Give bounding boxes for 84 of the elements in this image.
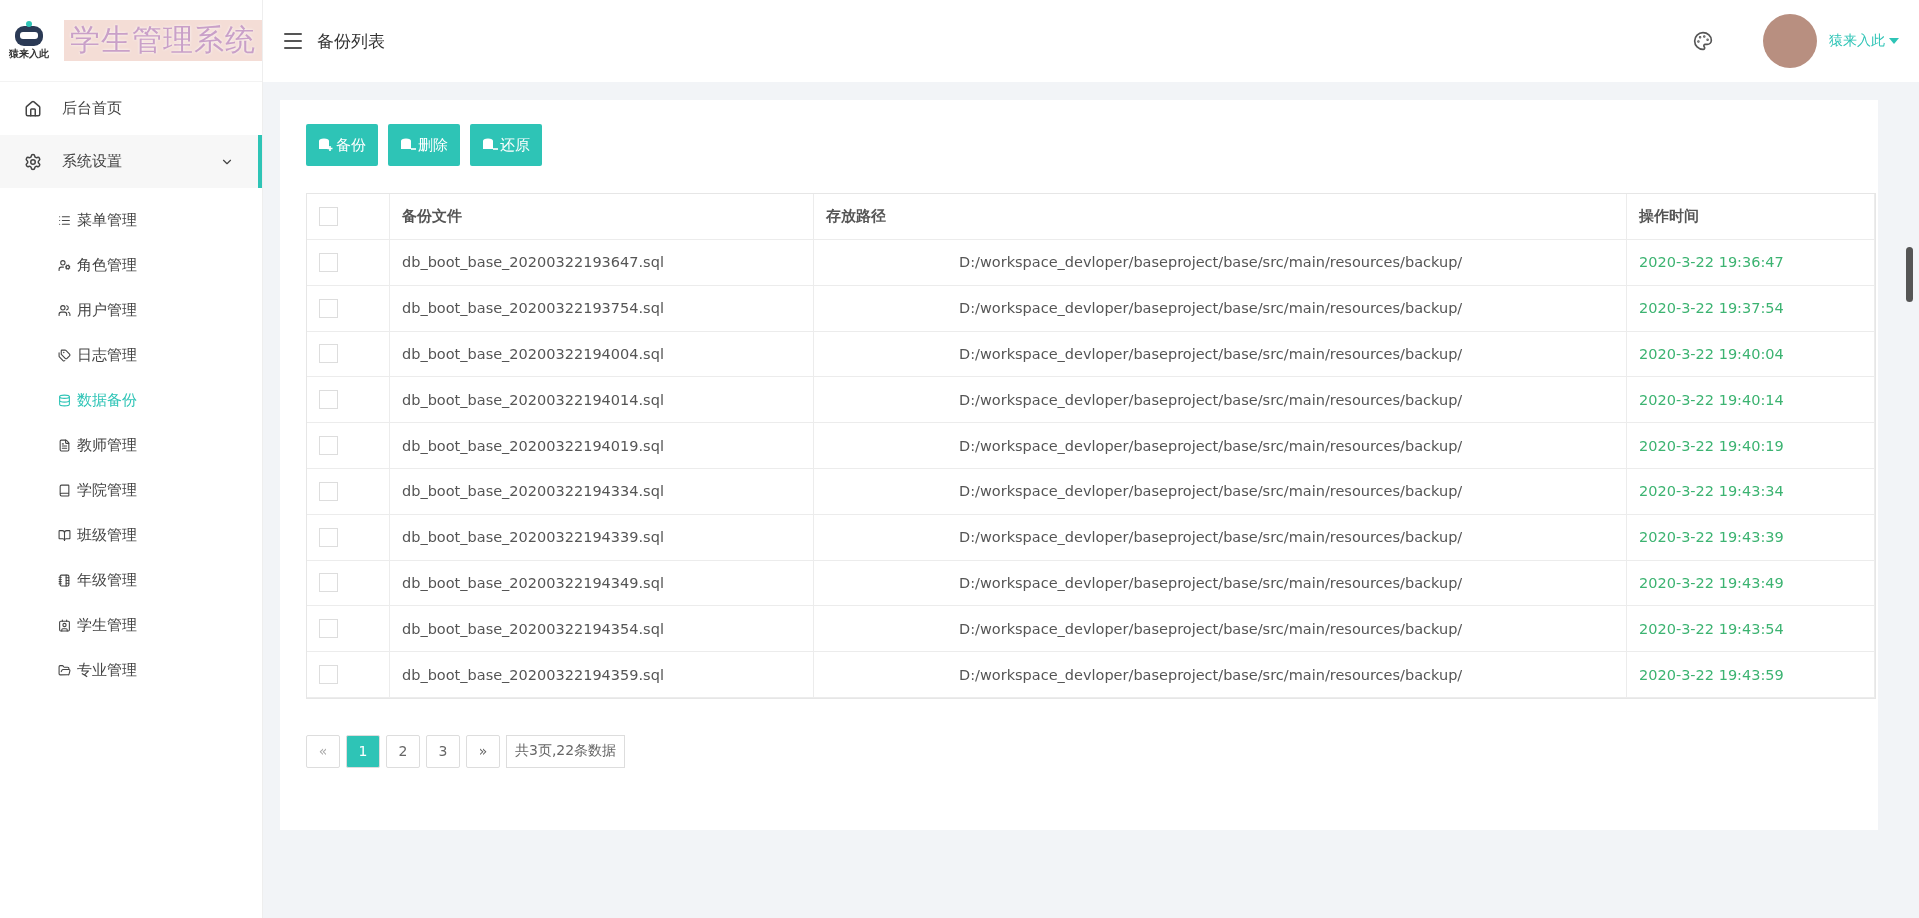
checkbox[interactable]	[319, 390, 338, 410]
table-cell: db_boot_base_20200322194019.sql	[390, 423, 814, 469]
pagination-summary: 共3页,22条数据	[506, 734, 626, 768]
notebook-icon	[58, 574, 71, 587]
table-cell: db_boot_base_20200322194014.sql	[390, 377, 814, 424]
checkbox[interactable]	[319, 573, 338, 593]
caret-icon	[1889, 38, 1899, 44]
table-cell: 2020-3-22 19:43:54	[1627, 606, 1875, 653]
table-cell: db_boot_base_20200322194004.sql	[390, 331, 814, 378]
sidebar-subitem[interactable]: 用户管理	[0, 288, 262, 333]
column-header: 操作时间	[1627, 194, 1875, 240]
next-page-button[interactable]: »	[466, 734, 500, 768]
sidebar-subitem[interactable]: 学院管理	[0, 468, 262, 513]
sidebar-item[interactable]: 后台首页	[0, 82, 262, 135]
sidebar-item[interactable]: 系统设置	[0, 135, 262, 188]
sidebar-subitem[interactable]: 角色管理	[0, 243, 262, 288]
table-cell: D:/workspace_devloper/baseproject/base/src/main/resources/backup/	[814, 240, 1627, 286]
scrollbar-thumb[interactable]	[1906, 247, 1913, 302]
users-icon	[58, 304, 71, 317]
table-cell: db_boot_base_20200322193647.sql	[390, 240, 814, 286]
table-cell: db_boot_base_20200322194349.sql	[390, 560, 814, 607]
page-button[interactable]: 2	[386, 734, 420, 768]
table-cell: D:/workspace_devloper/baseproject/base/src/main/resources/backup/	[814, 606, 1627, 653]
table-cell: db_boot_base_20200322194339.sql	[390, 514, 814, 561]
checkbox[interactable]	[319, 665, 338, 685]
table-cell: D:/workspace_devloper/baseproject/base/src/main/resources/backup/	[814, 560, 1627, 607]
sidebar-subitem[interactable]: 年级管理	[0, 558, 262, 603]
checkbox[interactable]	[319, 298, 338, 318]
table-cell: D:/workspace_devloper/baseproject/base/src/main/resources/backup/	[814, 514, 1627, 561]
table-cell: 2020-3-22 19:37:54	[1627, 285, 1875, 332]
database-icon	[58, 394, 71, 407]
settings-icon	[24, 152, 42, 171]
checkbox[interactable]	[319, 436, 338, 456]
column-header: 存放路径	[814, 194, 1627, 240]
column-header: 备份文件	[390, 194, 814, 240]
sidebar-subitem[interactable]: 学生管理	[0, 603, 262, 648]
contact-icon	[58, 619, 71, 632]
table-cell: D:/workspace_devloper/baseproject/base/src/main/resources/backup/	[814, 285, 1627, 332]
table-cell: db_boot_base_20200322194334.sql	[390, 469, 814, 515]
table-cell: 2020-3-22 19:40:19	[1627, 423, 1875, 469]
table-cell: 2020-3-22 19:40:04	[1627, 331, 1875, 378]
palette-icon[interactable]	[1693, 31, 1713, 51]
logo-caption: 猿来入此	[9, 46, 49, 61]
tags-icon	[58, 349, 71, 362]
sidebar-subitem[interactable]: 教师管理	[0, 423, 262, 468]
checkbox[interactable]	[319, 344, 338, 364]
checkbox[interactable]	[319, 252, 338, 272]
sidebar-subitem[interactable]: 菜单管理	[0, 198, 262, 243]
checkbox[interactable]	[319, 527, 338, 547]
table-cell: db_boot_base_20200322194359.sql	[390, 652, 814, 698]
table-cell: D:/workspace_devloper/baseproject/base/src/main/resources/backup/	[814, 377, 1627, 424]
checkbox[interactable]	[319, 619, 338, 639]
sidebar-subitem[interactable]: 班级管理	[0, 513, 262, 558]
checkbox[interactable]	[319, 206, 338, 226]
table-cell: 2020-3-22 19:36:47	[1627, 240, 1875, 286]
table-cell: D:/workspace_devloper/baseproject/base/src/main/resources/backup/	[814, 423, 1627, 469]
database-minus-icon	[400, 138, 416, 152]
table-cell: D:/workspace_devloper/baseproject/base/src/main/resources/backup/	[814, 652, 1627, 698]
sidebar-subitem[interactable]: 日志管理	[0, 333, 262, 378]
sidebar-subitem[interactable]: 专业管理	[0, 648, 262, 693]
table-cell: 2020-3-22 19:43:59	[1627, 652, 1875, 698]
list-icon	[58, 214, 71, 227]
table-cell: 2020-3-22 19:43:39	[1627, 514, 1875, 561]
table-cell: D:/workspace_devloper/baseproject/base/src/main/resources/backup/	[814, 331, 1627, 378]
table-cell: db_boot_base_20200322194354.sql	[390, 606, 814, 653]
app-title: 学生管理系统	[64, 20, 262, 61]
table-cell: 2020-3-22 19:43:49	[1627, 560, 1875, 607]
avatar-placeholder	[1763, 14, 1817, 68]
book-open-icon	[58, 529, 71, 542]
checkbox[interactable]	[319, 481, 338, 501]
table-cell: D:/workspace_devloper/baseproject/base/src/main/resources/backup/	[814, 469, 1627, 515]
database-plus-icon	[318, 138, 334, 152]
page-button[interactable]: 3	[426, 734, 460, 768]
database-minus-icon	[482, 138, 498, 152]
table-cell: 2020-3-22 19:43:34	[1627, 469, 1875, 515]
user-cog-icon	[58, 259, 71, 272]
table-cell: db_boot_base_20200322193754.sql	[390, 285, 814, 332]
file-icon	[58, 439, 71, 452]
page-title: 备份列表	[317, 29, 386, 53]
folder-icon	[58, 664, 71, 677]
robot-logo-icon	[12, 20, 46, 47]
table-cell: 2020-3-22 19:40:14	[1627, 377, 1875, 424]
book-icon	[58, 484, 71, 497]
home-icon	[24, 99, 42, 118]
